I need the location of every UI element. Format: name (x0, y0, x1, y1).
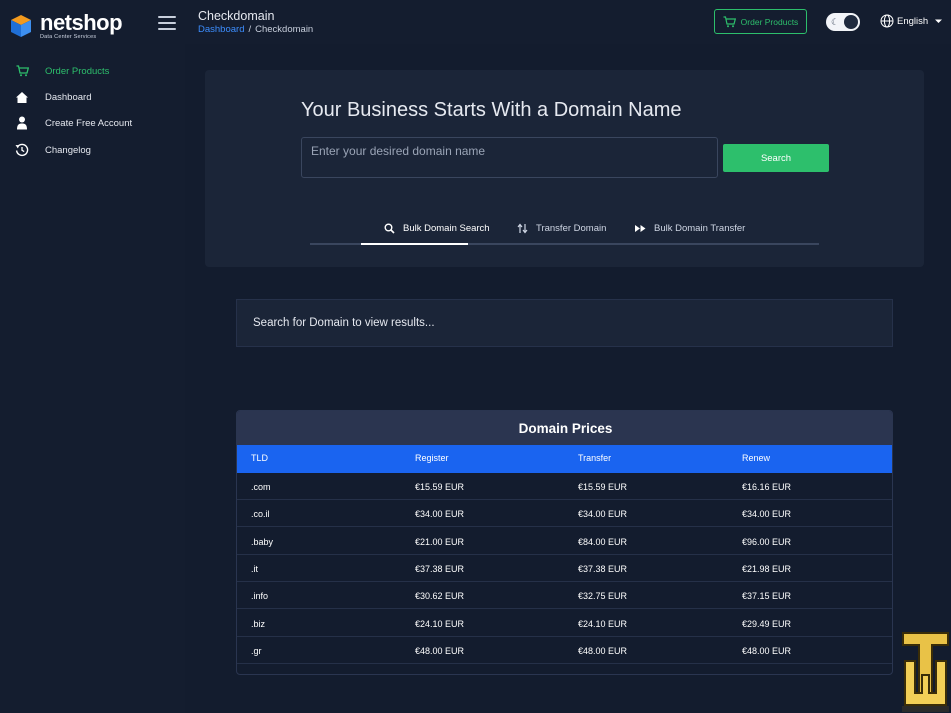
sidebar-item-label: Changelog (45, 144, 91, 156)
hosting-review-watermark (900, 631, 951, 713)
cell-renew-price: €16.16 EUR (742, 482, 792, 492)
cell-tld: .com (251, 482, 271, 492)
table-row: .com €15.59 EUR €15.59 EUR €16.16 EUR (237, 473, 892, 500)
logo-tagline: Data Center Services (40, 34, 97, 40)
cell-renew-price: €21.98 EUR (742, 563, 792, 574)
cell-register-price: €48.00 EUR (415, 645, 465, 656)
table-row: .gr €48.00 EUR €48.00 EUR €48.00 EUR (237, 637, 892, 664)
breadcrumb: Dashboard / Checkdomain (198, 24, 313, 35)
caret-down-icon (935, 19, 943, 23)
table-row: .baby €21.00 EUR €84.00 EUR €96.00 EUR (237, 528, 892, 555)
cell-tld: .co.il (251, 509, 270, 520)
toggle-knob (844, 15, 858, 29)
sidebar-item-label: Dashboard (45, 91, 92, 103)
cell-tld: .biz (251, 618, 266, 629)
breadcrumb-current: Checkdomain (255, 24, 314, 35)
language-selector[interactable]: English (880, 14, 943, 28)
sidebar-item-create-account[interactable]: Create Free Account (0, 112, 185, 134)
active-tab-indicator (361, 243, 468, 245)
moon-icon: ☾ (831, 17, 840, 27)
cell-tld: .gr (251, 645, 262, 656)
results-message: Search for Domain to view results... (253, 317, 435, 329)
cell-tld: .info (251, 591, 269, 602)
table-row: .biz €24.10 EUR €24.10 EUR €29.49 EUR (237, 610, 892, 637)
table-row: .info €30.62 EUR €32.75 EUR €37.15 EUR (237, 582, 892, 610)
search-button[interactable]: Search (723, 144, 829, 172)
logo-name: netshop (40, 10, 123, 35)
cell-register-price: €15.59 EUR (415, 482, 465, 492)
prices-table-header: TLD Register Transfer Renew (237, 445, 892, 473)
cell-transfer-price: €37.38 EUR (578, 563, 628, 574)
history-icon (15, 143, 29, 157)
order-products-button[interactable]: Order Products (714, 9, 807, 34)
cart-icon (15, 64, 29, 78)
cell-transfer-price: €24.10 EUR (578, 618, 628, 629)
cell-register-price: €30.62 EUR (415, 591, 465, 602)
cell-renew-price: €29.49 EUR (742, 618, 792, 629)
page-title: Checkdomain (198, 9, 275, 23)
cell-transfer-price: €48.00 EUR (578, 645, 628, 656)
cell-transfer-price: €34.00 EUR (578, 509, 628, 520)
table-row: .it €37.38 EUR €37.38 EUR €21.98 EUR (237, 555, 892, 582)
column-header-renew: Renew (742, 453, 771, 463)
user-icon (15, 116, 29, 130)
search-icon (384, 223, 395, 234)
cell-tld: .baby (251, 536, 274, 547)
sidebar-item-order-products[interactable]: Order Products (0, 60, 185, 82)
sidebar-item-label: Create Free Account (45, 117, 133, 129)
cell-renew-price: €37.15 EUR (742, 591, 792, 602)
top-header: netshop Data Center Services Checkdomain… (0, 0, 951, 44)
cell-register-price: €37.38 EUR (415, 563, 465, 574)
tab-transfer-domain[interactable]: Transfer Domain (517, 220, 606, 236)
order-products-label: Order Products (740, 16, 799, 27)
home-icon (15, 90, 29, 104)
tab-label: Transfer Domain (536, 222, 607, 234)
fast-forward-icon (635, 224, 646, 232)
domain-prices-table: Domain Prices TLD Register Transfer Rene… (236, 410, 893, 675)
column-header-register: Register (415, 453, 449, 463)
cell-renew-price: €96.00 EUR (742, 536, 792, 547)
cell-transfer-price: €32.75 EUR (578, 591, 628, 602)
column-header-transfer: Transfer (578, 453, 612, 463)
menu-toggle-icon[interactable] (158, 16, 176, 30)
cell-register-price: €24.10 EUR (415, 618, 465, 629)
search-results-panel: Search for Domain to view results... (236, 299, 893, 347)
cell-register-price: €21.00 EUR (415, 536, 465, 547)
language-label: English (897, 15, 929, 27)
sidebar-item-changelog[interactable]: Changelog (0, 139, 185, 161)
tab-label: Bulk Domain Transfer (654, 222, 746, 234)
netshop-logo[interactable]: netshop Data Center Services (10, 10, 123, 41)
tab-label: Bulk Domain Search (403, 222, 490, 234)
cart-icon (723, 15, 736, 27)
cell-transfer-price: €84.00 EUR (578, 536, 628, 547)
breadcrumb-separator: / (248, 24, 252, 35)
table-row: .co.il €34.00 EUR €34.00 EUR €34.00 EUR (237, 500, 892, 528)
column-header-tld: TLD (251, 453, 269, 463)
domain-search-input[interactable] (301, 137, 718, 178)
sidebar-item-label: Order Products (45, 65, 110, 77)
tab-bulk-domain-search[interactable]: Bulk Domain Search (384, 220, 490, 236)
cell-transfer-price: €15.59 EUR (578, 482, 628, 492)
sidebar-item-dashboard[interactable]: Dashboard (0, 86, 185, 108)
tab-bulk-domain-transfer[interactable]: Bulk Domain Transfer (635, 220, 745, 236)
sidebar: Order Products Dashboard Create Free Acc… (0, 44, 185, 713)
cell-renew-price: €48.00 EUR (742, 645, 792, 656)
swap-icon (517, 223, 528, 233)
search-heading: Your Business Starts With a Domain Name (301, 99, 682, 121)
cell-renew-price: €34.00 EUR (742, 509, 792, 520)
theme-toggle[interactable]: ☾ (826, 13, 860, 31)
globe-icon (880, 14, 894, 28)
cell-tld: .it (251, 563, 259, 574)
cell-register-price: €34.00 EUR (415, 509, 465, 520)
logo-cube-icon (11, 15, 31, 38)
prices-table-title: Domain Prices (237, 411, 892, 445)
breadcrumb-dashboard-link[interactable]: Dashboard (198, 24, 244, 35)
